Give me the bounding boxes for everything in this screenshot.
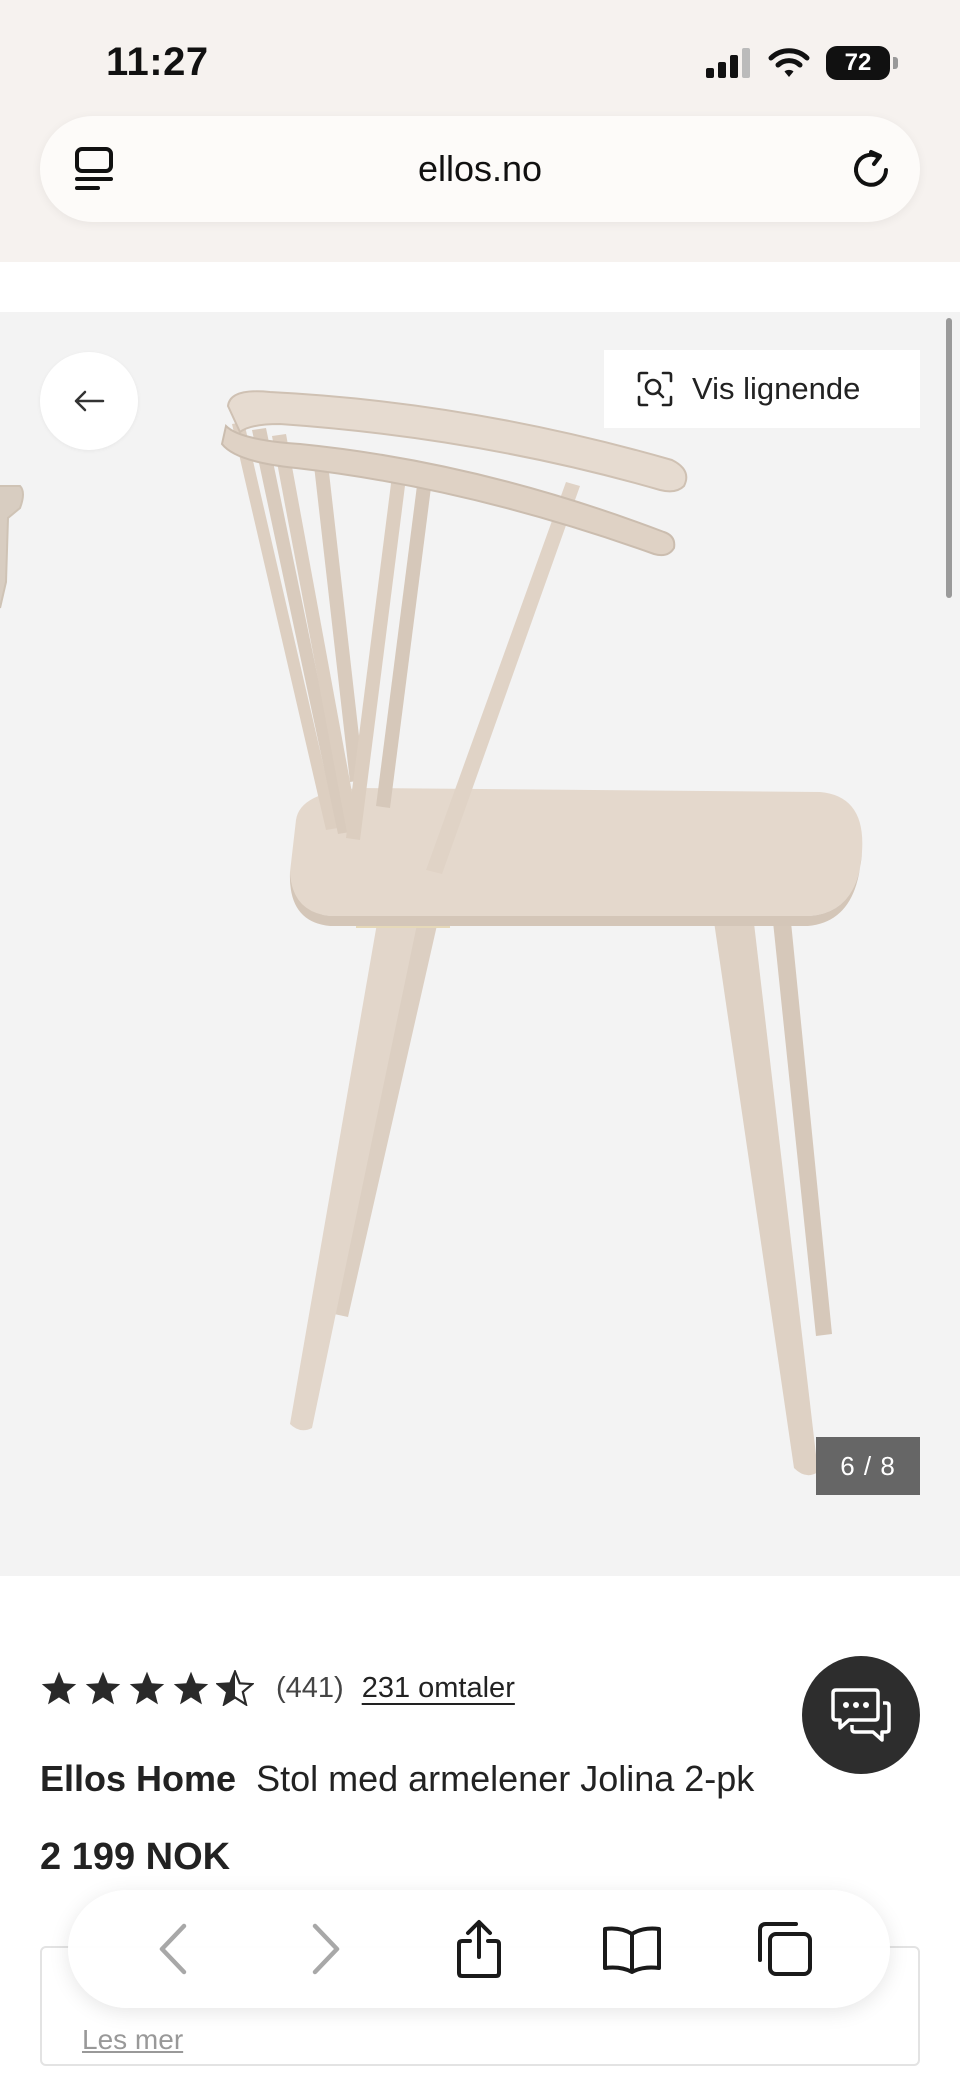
- read-more-link[interactable]: Les mer: [82, 2024, 183, 2056]
- star-rating: [40, 1670, 254, 1706]
- breadcrumb: [0, 262, 960, 312]
- status-icons: 72: [706, 46, 898, 80]
- tabs-icon: [758, 1922, 813, 1976]
- back-nav-button[interactable]: [133, 1909, 213, 1989]
- wifi-icon: [768, 48, 810, 77]
- share-icon: [456, 1920, 501, 1978]
- star-half-icon: [216, 1670, 254, 1706]
- address-bar[interactable]: ellos.no: [40, 116, 920, 222]
- cellular-signal-icon: [706, 48, 750, 78]
- browser-bottom-toolbar: [68, 1890, 890, 2008]
- forward-nav-button[interactable]: [286, 1909, 366, 1989]
- back-button[interactable]: [40, 352, 138, 450]
- product-price: 2 199 NOK: [40, 1836, 231, 1878]
- product-page: 11:27 72 ellos.no Vis lignende 6 / 8 (44…: [0, 0, 960, 2078]
- rating-row: (441) 231 omtaler: [40, 1670, 515, 1706]
- tabs-button[interactable]: [745, 1909, 825, 1989]
- star-icon: [173, 1671, 209, 1705]
- battery-icon: 72: [826, 46, 898, 80]
- show-similar-button[interactable]: Vis lignende: [604, 350, 920, 428]
- rating-count: (441): [276, 1671, 344, 1704]
- chat-icon: [831, 1688, 891, 1742]
- bookmarks-icon: [603, 1926, 662, 1974]
- chevron-right-icon: [312, 1923, 340, 1975]
- star-icon: [129, 1671, 165, 1705]
- browser-top-chrome: 11:27 72 ellos.no: [0, 0, 960, 262]
- battery-level: 72: [844, 49, 872, 76]
- chevron-left-icon: [159, 1923, 186, 1975]
- star-icon: [41, 1671, 77, 1705]
- product-name: Stol med armelener Jolina 2-pk: [256, 1758, 755, 1799]
- product-gallery[interactable]: Vis lignende 6 / 8: [0, 312, 960, 1576]
- show-similar-label: Vis lignende: [692, 371, 861, 406]
- gallery-scrollbar[interactable]: [946, 318, 952, 598]
- reload-icon[interactable]: [848, 146, 894, 192]
- bookmarks-button[interactable]: [592, 1909, 672, 1989]
- product-title: Ellos Home Stol med armelener Jolina 2-pk: [40, 1758, 754, 1800]
- share-button[interactable]: [439, 1909, 519, 1989]
- visual-search-icon: [637, 371, 673, 407]
- image-counter: 6 / 8: [816, 1437, 920, 1495]
- chat-button[interactable]: [802, 1656, 920, 1774]
- reviews-link[interactable]: 231 omtaler: [362, 1672, 515, 1705]
- brand-name[interactable]: Ellos Home: [40, 1758, 236, 1799]
- url-text[interactable]: ellos.no: [40, 148, 920, 190]
- star-icon: [85, 1671, 121, 1705]
- arrow-left-icon: [74, 390, 105, 412]
- product-image-chair[interactable]: [0, 312, 960, 1576]
- status-time: 11:27: [106, 40, 209, 84]
